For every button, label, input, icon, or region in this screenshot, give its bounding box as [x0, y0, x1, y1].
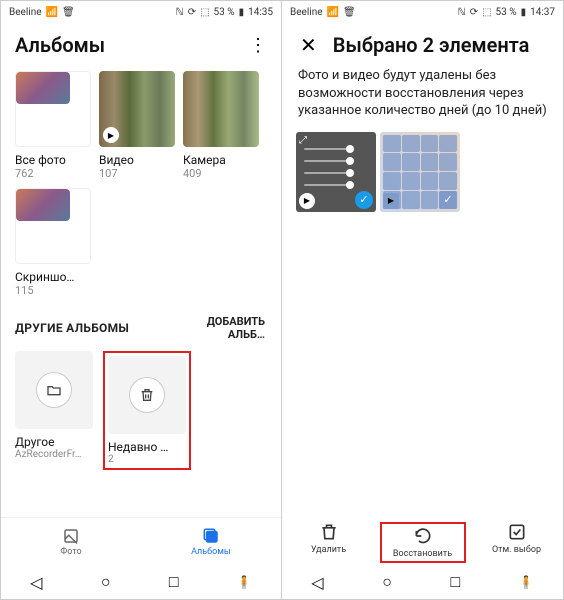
other-name: Недавно …: [108, 440, 186, 454]
tab-photo[interactable]: Фото: [1, 518, 141, 565]
album-camera[interactable]: Камера 409: [183, 71, 259, 180]
warning-text: Фото и видео будут удалены без возможнос…: [296, 67, 549, 120]
action-bar: Удалить Восстановить Отм. выбор: [282, 516, 563, 565]
tab-albums[interactable]: Альбомы: [141, 518, 281, 565]
album-name: Камера: [183, 153, 259, 167]
check-icon: ✓: [439, 191, 457, 209]
check-icon: ✓: [355, 191, 373, 209]
other-sub: 2: [108, 454, 186, 465]
section-row: ДРУГИЕ АЛЬБОМЫ ДОБАВИТЬ АЛЬБ…: [15, 315, 267, 341]
nav-accessibility-icon[interactable]: 🧍: [237, 575, 252, 589]
play-icon: ▶: [299, 193, 315, 209]
highlight-restore: Восстановить: [380, 522, 466, 563]
wifi-icon: 🗑: [343, 7, 356, 18]
nfc-icon: ℕ: [176, 7, 184, 18]
nav-back-icon[interactable]: ◁: [30, 573, 42, 592]
header: ✕ Выбрано 2 элемента: [282, 23, 563, 63]
nav-recent-icon[interactable]: □: [169, 572, 179, 592]
selected-item[interactable]: ▶ ✓: [380, 132, 460, 212]
restore-button[interactable]: Восстановить: [386, 526, 460, 559]
album-video[interactable]: ▶ Видео 107: [99, 71, 175, 180]
close-icon[interactable]: ✕: [296, 33, 321, 57]
content: Все фото 762 ▶ Видео 107 Камера 409 Скри…: [1, 63, 281, 517]
nfc-icon: ℕ: [458, 7, 466, 18]
selection-grid: ⤢ ▶ ✓ ▶ ✓: [296, 132, 549, 212]
section-label: ДРУГИЕ АЛЬБОМЫ: [15, 321, 129, 335]
page-title: Выбрано 2 элемента: [333, 33, 530, 57]
other-name: Другое: [15, 435, 93, 449]
battery-icon: ⬚: [482, 7, 491, 18]
album-count: 107: [99, 167, 175, 180]
phone-left: Beeline 📶 🗑 ℕ ⟳ ⬚ 53 % ▮ 14:35 Альбомы ⋮…: [0, 0, 282, 600]
other-albums-grid: Другое AzRecorderFr… Недавно … 2: [15, 351, 267, 470]
album-name: Скриншо…: [15, 270, 91, 284]
battery-icon: ⬚: [200, 7, 209, 18]
album-count: 762: [15, 167, 91, 180]
bt-icon: ⟳: [470, 7, 478, 18]
nav-bar: ◁ ○ □ 🧍: [282, 565, 563, 599]
nav-recent-icon[interactable]: □: [450, 572, 460, 592]
time-label: 14:35: [248, 7, 273, 18]
nav-bar: ◁ ○ □ 🧍: [1, 565, 281, 599]
nav-home-icon[interactable]: ○: [382, 572, 392, 592]
album-count: 115: [15, 284, 91, 297]
album-name: Видео: [99, 153, 175, 167]
content: Фото и видео будут удалены без возможнос…: [282, 63, 563, 516]
wifi-icon: 🗑: [62, 7, 75, 18]
other-sub: AzRecorderFr…: [15, 449, 93, 460]
battery-label: 53 %: [496, 7, 517, 18]
carrier-label: Beeline: [290, 7, 323, 18]
cancel-selection-button[interactable]: Отм. выбор: [480, 522, 554, 563]
play-icon: ▶: [103, 127, 119, 143]
battery-bar-icon: ▮: [521, 7, 527, 18]
album-grid: Все фото 762 ▶ Видео 107 Камера 409 Скри…: [15, 71, 267, 297]
selected-item[interactable]: ⤢ ▶ ✓: [296, 132, 376, 212]
play-icon: ▶: [383, 193, 399, 209]
album-screenshots[interactable]: Скриншо… 115: [15, 188, 91, 297]
other-album[interactable]: Другое AzRecorderFr…: [15, 351, 93, 470]
nav-back-icon[interactable]: ◁: [311, 573, 323, 592]
page-title: Альбомы: [15, 33, 105, 57]
battery-bar-icon: ▮: [239, 7, 245, 18]
album-all-photos[interactable]: Все фото 762: [15, 71, 91, 180]
folder-icon: [36, 372, 72, 408]
bt-icon: ⟳: [188, 7, 196, 18]
bottom-tabs: Фото Альбомы: [1, 517, 281, 565]
album-name: Все фото: [15, 153, 91, 167]
highlight-recently-deleted: Недавно … 2: [103, 351, 191, 470]
nav-accessibility-icon[interactable]: 🧍: [519, 575, 534, 589]
header: Альбомы ⋮: [1, 23, 281, 63]
delete-button[interactable]: Удалить: [292, 522, 366, 563]
album-count: 409: [183, 167, 259, 180]
signal-icon: 📶: [327, 7, 339, 18]
more-icon[interactable]: ⋮: [249, 35, 267, 56]
carrier-label: Beeline: [9, 7, 42, 18]
signal-icon: 📶: [46, 7, 58, 18]
phone-right: Beeline 📶 🗑 ℕ ⟳ ⬚ 53 % ▮ 14:37 ✕ Выбрано…: [282, 0, 564, 600]
trash-icon: [129, 377, 165, 413]
add-album-button[interactable]: ДОБАВИТЬ АЛЬБ…: [195, 315, 265, 341]
action-label: Отм. выбор: [492, 545, 541, 555]
battery-label: 53 %: [214, 7, 235, 18]
status-bar: Beeline 📶 🗑 ℕ ⟳ ⬚ 53 % ▮ 14:35: [1, 1, 281, 23]
nav-home-icon[interactable]: ○: [101, 572, 111, 592]
action-label: Восстановить: [393, 549, 452, 559]
tab-label: Фото: [60, 547, 81, 557]
time-label: 14:37: [530, 7, 555, 18]
tab-label: Альбомы: [191, 547, 231, 557]
status-bar: Beeline 📶 🗑 ℕ ⟳ ⬚ 53 % ▮ 14:37: [282, 1, 563, 23]
expand-icon: ⤢: [299, 135, 307, 146]
other-album-recent[interactable]: Недавно … 2: [108, 356, 186, 465]
action-label: Удалить: [311, 545, 346, 555]
